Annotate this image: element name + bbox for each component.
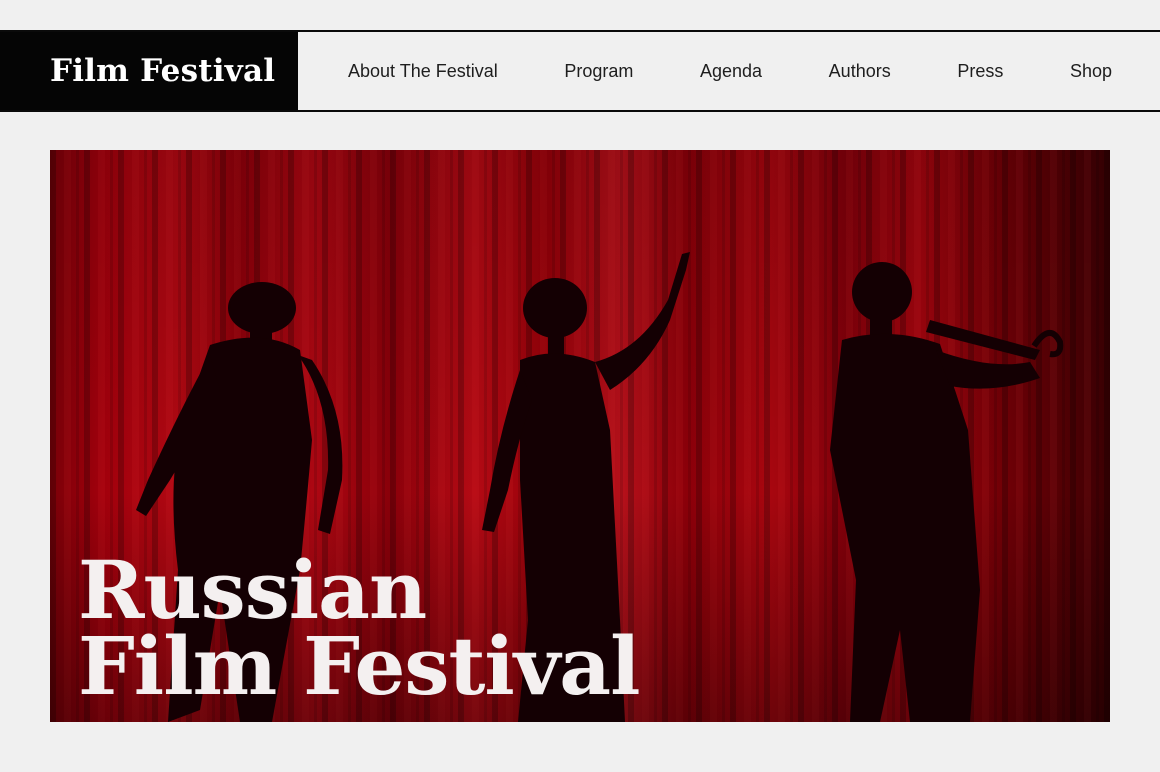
logo-text: Film Festival — [50, 53, 276, 89]
nav-item-about[interactable]: About The Festival — [348, 61, 498, 82]
nav-item-authors[interactable]: Authors — [829, 61, 891, 82]
hero-banner: Russian Film Festival — [50, 150, 1110, 722]
nav-item-agenda[interactable]: Agenda — [700, 61, 762, 82]
hero-title-line2: Film Festival — [78, 619, 640, 713]
hero-title: Russian Film Festival — [78, 543, 640, 713]
logo-link[interactable]: Film Festival — [0, 32, 298, 110]
hero-title-line1: Russian — [78, 543, 427, 637]
main-nav: About The Festival Program Agenda Author… — [298, 32, 1160, 110]
site-header: Film Festival About The Festival Program… — [0, 30, 1160, 112]
nav-item-program[interactable]: Program — [564, 61, 633, 82]
nav-item-shop[interactable]: Shop — [1070, 61, 1112, 82]
nav-item-press[interactable]: Press — [957, 61, 1003, 82]
